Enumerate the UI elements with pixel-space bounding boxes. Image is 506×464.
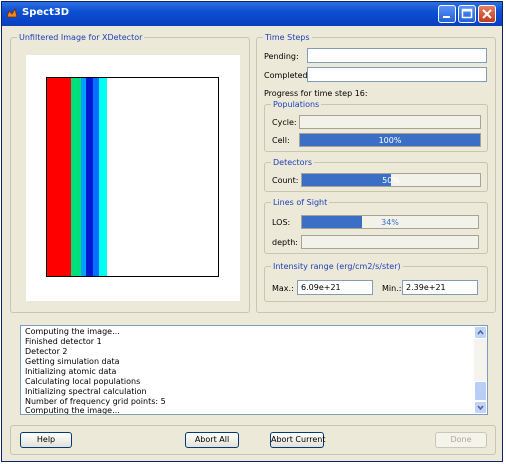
- log-line: Finished detector 1: [25, 337, 102, 346]
- minimize-icon: [443, 16, 450, 18]
- log-line: Detector 2: [25, 347, 68, 356]
- log-scrollbar[interactable]: [474, 326, 487, 414]
- progress-caption: Progress for time step 16:: [264, 89, 368, 98]
- log-line: Calculating local populations: [25, 377, 141, 386]
- close-button[interactable]: [478, 5, 496, 23]
- cell-label: Cell:: [272, 136, 290, 145]
- image-stripe: [86, 78, 93, 276]
- log-output[interactable]: Computing the image... Finished detector…: [20, 325, 488, 415]
- los-progress-bar: 34%: [301, 215, 479, 229]
- image-stripe: [47, 78, 71, 276]
- scroll-down-button[interactable]: [474, 401, 487, 414]
- spect3d-window: Spect3D Unfiltered Image for XDetector T…: [1, 1, 503, 462]
- log-line: Initializing spectral calculation: [25, 387, 147, 396]
- depth-label: depth:: [272, 238, 298, 247]
- populations-title: Populations: [271, 99, 322, 110]
- button-bar: [10, 425, 496, 455]
- cycle-label: Cycle:: [272, 118, 297, 127]
- detector-image-area: [26, 55, 240, 301]
- intensity-title: Intensity range (erg/cm2/s/ster): [271, 261, 403, 272]
- los-label: LOS:: [272, 218, 291, 227]
- completed-field[interactable]: [307, 67, 487, 82]
- count-progress-text: 50%: [382, 176, 400, 185]
- image-stripe: [99, 78, 107, 276]
- count-progress-bar: 50%: [301, 173, 481, 187]
- image-groupbox-title: Unfiltered Image for XDetector: [17, 32, 145, 43]
- max-field[interactable]: 6.09e+21: [297, 280, 373, 295]
- chevron-down-icon: [477, 405, 484, 411]
- maximize-button[interactable]: [458, 5, 476, 23]
- detector-image: [46, 77, 219, 277]
- minimize-button[interactable]: [438, 5, 456, 23]
- chevron-up-icon: [477, 329, 484, 335]
- window-title: Spect3D: [22, 7, 70, 18]
- log-line: Computing the image...: [25, 406, 120, 415]
- close-icon: [482, 9, 492, 19]
- cell-progress-bar: 100%: [299, 133, 481, 147]
- spect3d-app-icon: [6, 8, 18, 18]
- scroll-up-button[interactable]: [474, 326, 487, 339]
- detectors-title: Detectors: [271, 157, 315, 168]
- los-progress-text: 34%: [381, 218, 399, 227]
- log-line: Computing the image...: [25, 327, 120, 336]
- cell-progress-text: 100%: [378, 136, 402, 145]
- completed-label: Completed:: [264, 71, 311, 80]
- cycle-progress-bar: [299, 115, 481, 129]
- abort-current-button[interactable]: Abort Current: [270, 432, 325, 448]
- image-stripe: [71, 78, 81, 276]
- log-line: Getting simulation data: [25, 357, 120, 366]
- scroll-thumb[interactable]: [474, 381, 487, 401]
- count-label: Count:: [272, 176, 299, 185]
- max-label: Max.:: [272, 284, 294, 293]
- maximize-icon: [461, 8, 473, 19]
- time-steps-title: Time Steps: [263, 32, 312, 43]
- pending-label: Pending:: [264, 52, 299, 61]
- depth-progress-text: [302, 236, 478, 248]
- done-button[interactable]: Done: [435, 432, 487, 448]
- title-bar[interactable]: Spect3D: [2, 2, 502, 26]
- min-field[interactable]: 2.39e+21: [402, 280, 478, 295]
- log-line: Initializing atomic data: [25, 367, 117, 376]
- depth-progress-bar: [301, 235, 479, 249]
- lines-of-sight-title: Lines of Sight: [271, 197, 330, 208]
- pending-field[interactable]: [307, 48, 487, 63]
- abort-all-button[interactable]: Abort All: [185, 432, 239, 448]
- help-button[interactable]: Help: [20, 432, 72, 448]
- cycle-progress-text: [300, 116, 480, 128]
- min-label: Min.:: [382, 284, 402, 293]
